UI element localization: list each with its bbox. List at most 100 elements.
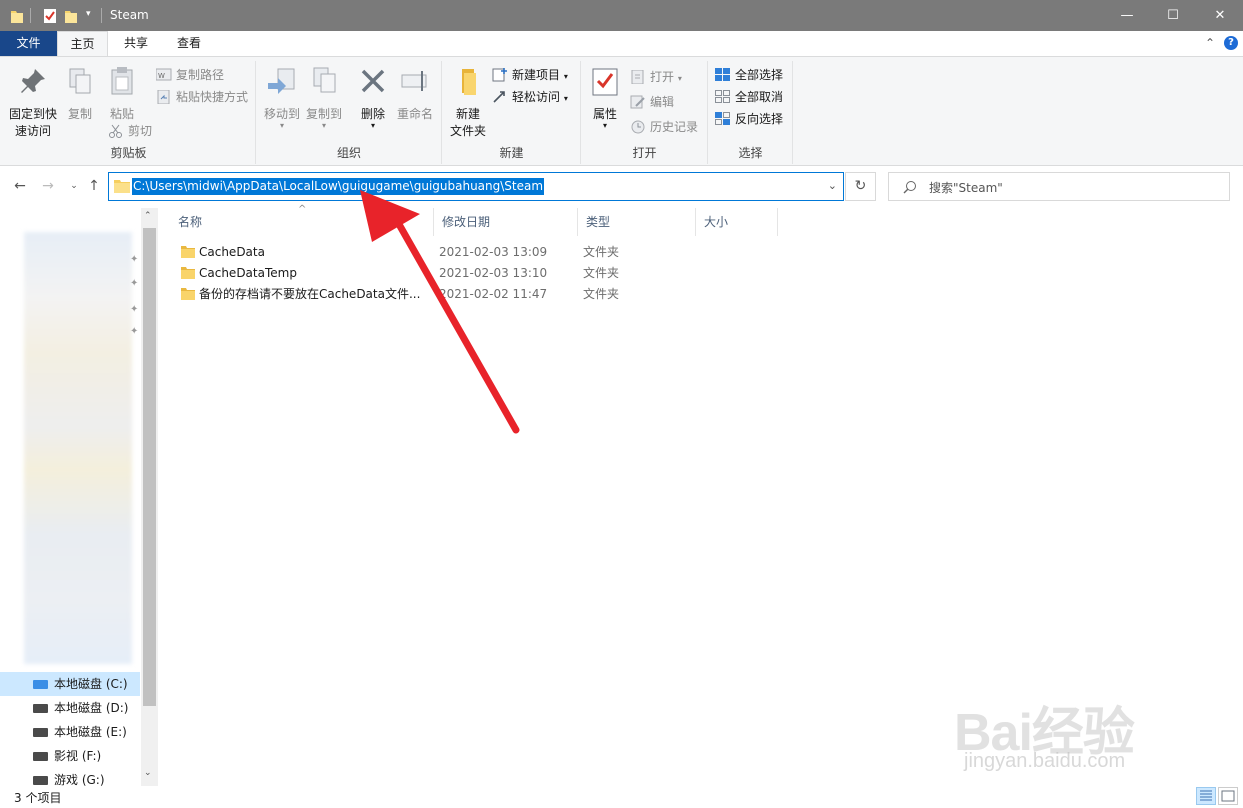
minimize-icon: — bbox=[1120, 8, 1134, 23]
back-arrow-icon[interactable]: ← bbox=[12, 178, 28, 194]
chevron-down-icon: ▾ bbox=[321, 121, 326, 130]
nav-drive-g[interactable]: 游戏 (G:) bbox=[0, 768, 140, 786]
help-icon[interactable]: ? bbox=[1224, 36, 1238, 50]
clipboard-group: 固定到快 速访问 复制 粘贴 W 复制路径 粘贴快捷方式 剪切 剪贴板 bbox=[2, 61, 256, 164]
nav-drive-c[interactable]: 本地磁盘 (C:) bbox=[0, 672, 140, 696]
move-to-button[interactable]: 移动到 ▾ bbox=[261, 65, 303, 130]
rename-label: 重命名 bbox=[396, 107, 433, 121]
easy-access-label: 轻松访问 bbox=[512, 90, 561, 104]
file-modified: 2021-02-02 11:47 bbox=[439, 287, 548, 301]
folder-icon bbox=[181, 267, 195, 279]
drive-icon bbox=[33, 680, 48, 689]
drive-icon bbox=[33, 728, 48, 737]
nav-drive-f[interactable]: 影视 (F:) bbox=[0, 744, 140, 768]
move-to-icon bbox=[268, 68, 295, 94]
expand-ribbon-icon[interactable]: ⌃ bbox=[1203, 36, 1217, 50]
tab-view[interactable]: 查看 bbox=[163, 31, 215, 56]
file-row[interactable]: CacheData 2021-02-03 13:09 文件夹 bbox=[170, 242, 630, 263]
paste-shortcut-icon bbox=[157, 90, 170, 104]
open-button[interactable]: 打开 ▾ bbox=[630, 67, 682, 87]
paste-shortcut-label: 粘贴快捷方式 bbox=[176, 90, 249, 104]
details-view-button[interactable] bbox=[1196, 787, 1216, 805]
maximize-button[interactable]: ☐ bbox=[1150, 0, 1196, 31]
open-group-label: 打开 bbox=[632, 146, 657, 160]
chevron-down-icon: ▾ bbox=[563, 94, 568, 103]
column-name[interactable]: 名称 bbox=[170, 208, 434, 236]
invert-selection-button[interactable]: 反向选择 bbox=[715, 109, 783, 129]
history-label: 历史记录 bbox=[650, 120, 699, 134]
recent-locations-icon[interactable]: ⌄ bbox=[66, 178, 82, 194]
organize-group: 移动到 ▾ 复制到 ▾ 删除 ▾ 重命名 组织 bbox=[257, 61, 442, 164]
tab-share[interactable]: 共享 bbox=[112, 31, 160, 56]
properties-qa-icon[interactable] bbox=[42, 7, 58, 25]
column-size[interactable]: 大小 bbox=[696, 208, 778, 236]
rename-button[interactable]: 重命名 bbox=[393, 65, 437, 123]
select-all-button[interactable]: 全部选择 bbox=[715, 65, 783, 85]
pin-quick-access-button[interactable]: 固定到快 速访问 bbox=[6, 65, 60, 140]
address-path[interactable]: C:\Users\midwi\AppData\LocalLow\guigugam… bbox=[132, 178, 545, 195]
title-bar: ▾ Steam — ☐ ✕ bbox=[0, 0, 1243, 31]
column-modified[interactable]: 修改日期 bbox=[434, 208, 578, 236]
chevron-down-icon: ▾ bbox=[563, 72, 568, 81]
paste-shortcut-button[interactable]: 粘贴快捷方式 bbox=[156, 87, 248, 107]
copy-path-button[interactable]: W 复制路径 bbox=[156, 65, 224, 85]
nav-drive-d[interactable]: 本地磁盘 (D:) bbox=[0, 696, 140, 720]
new-folder-qa-icon[interactable] bbox=[64, 7, 78, 25]
tab-home[interactable]: 主页 bbox=[57, 31, 108, 57]
copy-path-icon: W bbox=[156, 68, 172, 81]
easy-access-icon bbox=[493, 91, 505, 103]
tab-file[interactable]: 文件 bbox=[0, 31, 57, 56]
chevron-down-icon[interactable]: ⌄ bbox=[828, 179, 837, 192]
open-label: 打开 bbox=[650, 70, 675, 84]
customize-qa-icon[interactable]: ▾ bbox=[86, 9, 91, 19]
folder-icon bbox=[114, 180, 130, 193]
pin-icon bbox=[21, 69, 45, 93]
scissors-icon bbox=[109, 124, 122, 138]
column-type[interactable]: 类型 bbox=[578, 208, 696, 236]
delete-button[interactable]: 删除 ▾ bbox=[353, 65, 393, 130]
ribbon: 固定到快 速访问 复制 粘贴 W 复制路径 粘贴快捷方式 剪切 剪贴板 移动到 bbox=[0, 56, 1243, 166]
new-folder-button[interactable]: 新建 文件夹 bbox=[447, 65, 489, 140]
refresh-button[interactable]: ↻ bbox=[845, 172, 876, 201]
select-none-button[interactable]: 全部取消 bbox=[715, 87, 783, 107]
cut-button[interactable]: 剪切 bbox=[108, 121, 152, 141]
select-group: 全部选择 全部取消 反向选择 选择 bbox=[709, 61, 793, 164]
pin-icon: ✦ bbox=[130, 278, 139, 289]
address-bar[interactable]: C:\Users\midwi\AppData\LocalLow\guigugam… bbox=[108, 172, 844, 201]
large-icons-view-button[interactable] bbox=[1218, 787, 1238, 805]
minimize-button[interactable]: — bbox=[1104, 0, 1150, 31]
drive-icon bbox=[33, 752, 48, 761]
invert-selection-label: 反向选择 bbox=[735, 112, 784, 126]
search-box[interactable]: 搜索"Steam" bbox=[888, 172, 1230, 201]
blurred-quick-access-area bbox=[24, 232, 132, 664]
scrollbar-thumb[interactable] bbox=[143, 228, 156, 706]
chevron-down-icon: ▾ bbox=[370, 121, 375, 130]
nav-drive-e[interactable]: 本地磁盘 (E:) bbox=[0, 720, 140, 744]
copy-to-button[interactable]: 复制到 ▾ bbox=[303, 65, 345, 130]
scroll-up-icon[interactable]: ⌃ bbox=[144, 211, 152, 221]
file-row[interactable]: CacheDataTemp 2021-02-03 13:10 文件夹 bbox=[170, 263, 630, 284]
item-count: 3 个项目 bbox=[14, 791, 62, 805]
new-folder-label-2: 文件夹 bbox=[449, 124, 486, 138]
scroll-down-icon[interactable]: ⌄ bbox=[144, 768, 152, 778]
close-button[interactable]: ✕ bbox=[1197, 0, 1243, 31]
chevron-down-icon: ▾ bbox=[279, 121, 284, 130]
file-row[interactable]: 备份的存档请不要放在CacheData文件... 2021-02-02 11:4… bbox=[170, 284, 630, 305]
pin-label-1: 固定到快 bbox=[8, 107, 57, 121]
new-item-button[interactable]: 新建项目 ▾ bbox=[492, 65, 568, 85]
pin-icon: ✦ bbox=[130, 326, 139, 337]
up-arrow-icon[interactable]: ↑ bbox=[86, 178, 102, 194]
invert-selection-icon bbox=[715, 112, 730, 125]
nav-pane-scrollbar[interactable]: ⌃ ⌄ bbox=[141, 208, 158, 786]
history-button[interactable]: 历史记录 bbox=[630, 117, 698, 137]
cut-label: 剪切 bbox=[128, 124, 153, 138]
edit-button[interactable]: 编辑 bbox=[630, 92, 674, 112]
copy-icon bbox=[69, 68, 91, 94]
forward-arrow-icon[interactable]: → bbox=[40, 178, 56, 194]
paste-button[interactable]: 粘贴 bbox=[102, 65, 142, 123]
file-type: 文件夹 bbox=[583, 287, 620, 301]
copy-button[interactable]: 复制 bbox=[62, 65, 98, 123]
easy-access-button[interactable]: 轻松访问 ▾ bbox=[492, 87, 568, 107]
open-group: 属性 ▾ 打开 ▾ 编辑 历史记录 打开 bbox=[582, 61, 708, 164]
properties-button[interactable]: 属性 ▾ bbox=[586, 65, 624, 130]
